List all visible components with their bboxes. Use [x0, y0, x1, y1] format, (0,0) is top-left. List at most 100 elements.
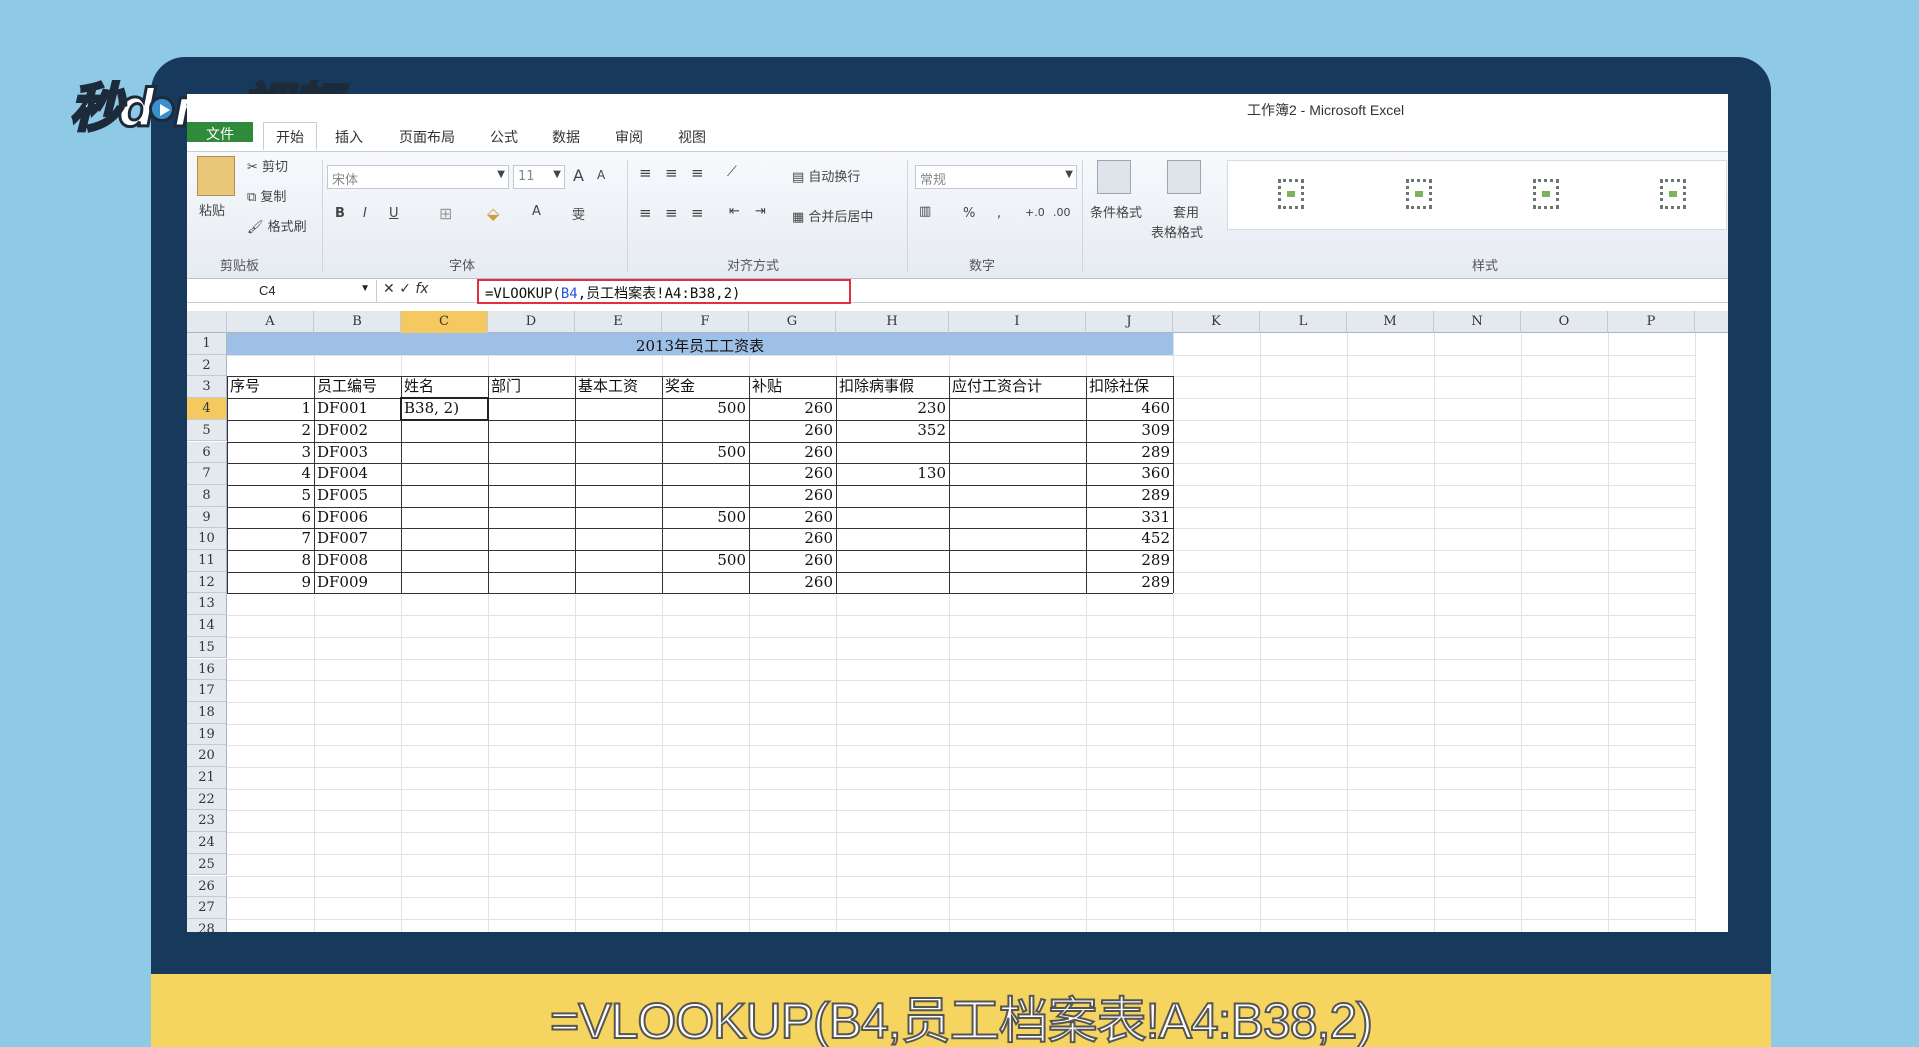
confirm-icon[interactable]: ✓ [399, 281, 411, 297]
header-cell[interactable]: 补贴 [749, 376, 836, 398]
bold-button[interactable]: B [335, 206, 345, 221]
employee-id-cell[interactable]: DF003 [314, 442, 401, 464]
row-header-10[interactable]: 10 [187, 528, 227, 550]
number-format-select[interactable]: 常规 ▼ [915, 165, 1077, 189]
header-cell[interactable]: 基本工资 [575, 376, 662, 398]
tab-page-layout[interactable]: 页面布局 [399, 122, 455, 150]
cell-style-icon[interactable] [1660, 179, 1686, 209]
formula-input[interactable]: =VLOOKUP(B4,员工档案表!A4:B38,2) [477, 279, 851, 304]
column-header-h[interactable]: H [836, 311, 949, 333]
font-size-select[interactable]: 11 ▼ [513, 165, 565, 189]
column-header-c[interactable]: C [401, 311, 488, 333]
seq-cell[interactable]: 1 [227, 398, 314, 420]
row-header-28[interactable]: 28 [187, 918, 227, 932]
employee-id-cell[interactable]: DF006 [314, 507, 401, 529]
row-header-8[interactable]: 8 [187, 484, 227, 507]
row-header-23[interactable]: 23 [187, 810, 227, 833]
conditional-format-button[interactable]: 条件格式 [1090, 202, 1142, 221]
align-bottom-icon[interactable]: ≡ [691, 164, 704, 182]
social-insurance-cell[interactable]: 460 [1086, 398, 1173, 420]
tab-home[interactable]: 开始 [263, 122, 317, 150]
social-insurance-cell[interactable]: 289 [1086, 442, 1173, 464]
row-header-13[interactable]: 13 [187, 593, 227, 616]
subsidy-cell[interactable]: 260 [749, 550, 836, 572]
column-header-i[interactable]: I [949, 311, 1086, 333]
paste-icon[interactable] [197, 156, 235, 196]
bonus-cell[interactable]: 500 [662, 507, 749, 529]
header-cell[interactable]: 员工编号 [314, 376, 401, 398]
copy-button[interactable]: ⧉ 复制 [247, 186, 286, 205]
seq-cell[interactable]: 8 [227, 550, 314, 572]
subsidy-cell[interactable]: 260 [749, 528, 836, 550]
row-header-27[interactable]: 27 [187, 897, 227, 919]
cut-button[interactable]: ✂ 剪切 [247, 156, 288, 175]
social-insurance-cell[interactable]: 289 [1086, 550, 1173, 572]
increase-decimal-icon[interactable]: +.0 [1025, 206, 1045, 219]
social-insurance-cell[interactable]: 452 [1086, 528, 1173, 550]
row-header-24[interactable]: 24 [187, 832, 227, 854]
employee-id-cell[interactable]: DF007 [314, 528, 401, 550]
header-cell[interactable]: 扣除病事假 [836, 376, 949, 398]
social-insurance-cell[interactable]: 360 [1086, 463, 1173, 485]
row-header-16[interactable]: 16 [187, 658, 227, 681]
tab-insert[interactable]: 插入 [335, 122, 363, 150]
subsidy-cell[interactable]: 260 [749, 398, 836, 420]
conditional-format-icon[interactable] [1097, 160, 1131, 194]
header-cell[interactable]: 序号 [227, 376, 314, 398]
decrease-decimal-icon[interactable]: .00 [1053, 206, 1071, 219]
cell-style-icon[interactable] [1533, 179, 1559, 209]
phonetic-icon[interactable]: 雯 [572, 204, 585, 223]
column-header-d[interactable]: D [488, 311, 575, 333]
bonus-cell[interactable]: 500 [662, 442, 749, 464]
row-header-17[interactable]: 17 [187, 680, 227, 702]
row-header-25[interactable]: 25 [187, 853, 227, 876]
column-header-b[interactable]: B [314, 311, 401, 333]
column-header-e[interactable]: E [575, 311, 662, 333]
comma-button[interactable]: , [997, 206, 1001, 221]
subsidy-cell[interactable]: 260 [749, 420, 836, 442]
cell-style-icon[interactable] [1278, 179, 1304, 209]
bonus-cell[interactable]: 500 [662, 550, 749, 572]
column-header-g[interactable]: G [749, 311, 836, 333]
increase-indent-icon[interactable]: ⇥ [755, 204, 766, 219]
active-cell-c4[interactable] [400, 397, 489, 421]
employee-id-cell[interactable]: DF002 [314, 420, 401, 442]
table-format-button-line2[interactable]: 表格格式 [1151, 222, 1203, 241]
decrease-indent-icon[interactable]: ⇤ [729, 204, 740, 219]
tab-view[interactable]: 视图 [678, 122, 706, 150]
table-format-button-line1[interactable]: 套用 [1173, 202, 1199, 221]
row-header-20[interactable]: 20 [187, 745, 227, 767]
row-header-12[interactable]: 12 [187, 571, 227, 594]
select-all-corner[interactable] [187, 311, 227, 333]
row-header-11[interactable]: 11 [187, 550, 227, 572]
seq-cell[interactable]: 4 [227, 463, 314, 485]
cell-style-icon[interactable] [1406, 179, 1432, 209]
bonus-cell[interactable]: 500 [662, 398, 749, 420]
leave-deduction-cell[interactable]: 230 [836, 398, 949, 420]
subsidy-cell[interactable]: 260 [749, 442, 836, 464]
social-insurance-cell[interactable]: 309 [1086, 420, 1173, 442]
seq-cell[interactable]: 3 [227, 442, 314, 464]
row-header-15[interactable]: 15 [187, 636, 227, 659]
cancel-icon[interactable]: ✕ [383, 281, 395, 297]
row-header-22[interactable]: 22 [187, 788, 227, 811]
header-cell[interactable]: 奖金 [662, 376, 749, 398]
tab-file[interactable]: 文件 [187, 122, 253, 143]
insert-function-icon[interactable]: fx [415, 281, 428, 297]
align-center-icon[interactable]: ≡ [665, 204, 678, 222]
grow-font-button[interactable]: A [573, 166, 584, 185]
social-insurance-cell[interactable]: 289 [1086, 572, 1173, 594]
column-header-l[interactable]: L [1260, 311, 1347, 333]
header-cell[interactable]: 应付工资合计 [949, 376, 1086, 398]
subsidy-cell[interactable]: 260 [749, 572, 836, 594]
column-header-f[interactable]: F [662, 311, 749, 333]
social-insurance-cell[interactable]: 289 [1086, 485, 1173, 507]
seq-cell[interactable]: 2 [227, 420, 314, 442]
row-header-1[interactable]: 1 [187, 333, 227, 355]
employee-id-cell[interactable]: DF009 [314, 572, 401, 594]
name-box[interactable]: C4 ▼ [187, 280, 377, 302]
row-header-5[interactable]: 5 [187, 419, 227, 442]
border-icon[interactable]: ⊞ [439, 204, 452, 223]
underline-button[interactable]: U [389, 206, 399, 221]
tab-formulas[interactable]: 公式 [490, 122, 518, 150]
